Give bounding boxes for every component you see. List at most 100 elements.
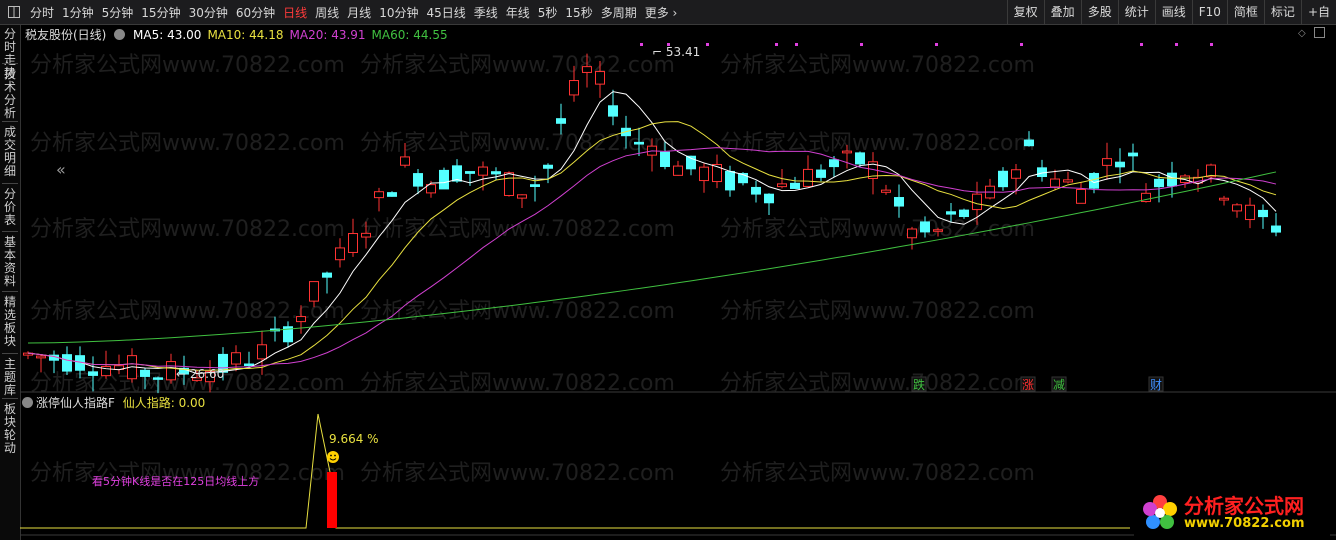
candle-body — [88, 371, 98, 376]
ma-legend-item: MA20: 43.91 — [289, 28, 366, 42]
candle-body — [478, 166, 488, 176]
candle-body — [946, 211, 956, 215]
candle-body — [166, 361, 176, 381]
watermark-text: 分析家公式网www.70822.com — [360, 299, 675, 324]
ma-legend-item: MA60: 44.55 — [371, 28, 448, 42]
candle-body — [894, 197, 904, 207]
diamond-icon[interactable]: ◇ — [1298, 28, 1306, 39]
indicator-circle-icon[interactable] — [22, 397, 33, 408]
signal-dot — [1175, 43, 1178, 46]
signal-dot — [860, 43, 863, 46]
candle-body — [62, 354, 72, 372]
ma-legend: MA5: 43.00 MA10: 44.18 MA20: 43.91 MA60: 44… — [133, 28, 454, 42]
smiley-icon-eye — [334, 454, 336, 457]
candle-body — [634, 141, 644, 145]
indicator-legend: 涨停仙人指路F 仙人指路: 0.00 — [22, 394, 206, 411]
candle-body — [829, 159, 839, 168]
candle-body — [855, 152, 865, 165]
candle-body — [1154, 178, 1164, 188]
signal-dot — [775, 43, 778, 46]
watermark-text: 分析家公式网www.70822.com — [30, 131, 345, 156]
candle-body — [36, 355, 46, 359]
kline-chart[interactable]: 分析家公式网www.70822.com 分析家公式网www.70822.com 分析… — [0, 0, 1336, 540]
candle-body — [1063, 179, 1073, 183]
watermark-text: 分析家公式网www.70822.com — [360, 217, 675, 242]
collapse-circle-icon[interactable] — [114, 29, 126, 40]
candle-body — [933, 229, 943, 232]
watermark-text: 分析家公式网www.70822.com — [30, 217, 345, 242]
candle-body — [231, 352, 241, 365]
candle-body — [491, 171, 501, 175]
candle-body — [374, 191, 384, 199]
candle-body — [842, 150, 852, 154]
candle-body — [764, 193, 774, 204]
candle-body — [881, 189, 891, 193]
candle-body — [777, 183, 787, 188]
candle-body — [1024, 139, 1034, 147]
indicator-bar — [327, 472, 337, 528]
candle-body — [517, 194, 527, 199]
candle-body — [725, 170, 735, 191]
main-legend: 税友股份(日线) MA5: 43.00 MA10: 44.18 MA20: 43.9… — [25, 26, 454, 43]
watermark-text: 分析家公式网www.70822.com — [720, 131, 1035, 156]
watermark-text: 分析家公式网www.70822.com — [720, 299, 1035, 324]
ma-legend-item: MA5: 43.00 — [133, 28, 202, 42]
event-marker: 跌 — [913, 377, 925, 392]
signal-dot — [935, 43, 938, 46]
candle-body — [1128, 152, 1138, 157]
candle-body — [153, 377, 163, 380]
watermark-text: 分析家公式网www.70822.com — [720, 217, 1035, 242]
candle-body — [803, 168, 813, 187]
stock-title: 税友股份(日线) — [25, 28, 107, 42]
ma-legend-item: MA10: 44.18 — [207, 28, 284, 42]
candle-body — [907, 228, 917, 239]
candle-body — [816, 169, 826, 178]
candle-body — [335, 247, 345, 261]
watermark-text: 分析家公式网www.70822.com — [720, 53, 1035, 78]
candle-body — [556, 118, 566, 124]
candle-body — [582, 66, 592, 73]
smiley-icon-eye — [330, 454, 332, 457]
candle-body — [257, 344, 267, 360]
candle-body — [465, 171, 475, 174]
indicator-name: 涨停仙人指路F — [36, 396, 115, 410]
signal-dot — [667, 43, 670, 46]
high-price-label: ⌐ 53.41 — [652, 45, 700, 59]
candle-body — [1167, 172, 1177, 187]
candle-body — [244, 363, 254, 367]
low-price-label: ← 26.60 — [176, 367, 224, 381]
candle-body — [1115, 161, 1125, 168]
candle-body — [1245, 204, 1255, 221]
watermark-text: 分析家公式网www.70822.com — [720, 371, 1035, 396]
event-marker: 减 — [1053, 378, 1065, 392]
signal-dot — [640, 43, 643, 46]
candle-body — [504, 172, 514, 197]
indicator-value: 仙人指路: 0.00 — [122, 396, 206, 410]
candle-body — [660, 151, 670, 167]
candle-body — [439, 169, 449, 190]
candle-body — [920, 221, 930, 233]
signal-dot — [706, 43, 709, 46]
watermark-text: 分析家公式网www.70822.com — [360, 53, 675, 78]
flower-logo-icon — [1143, 495, 1177, 529]
candle-body — [543, 164, 553, 169]
toggle-icon[interactable] — [1314, 27, 1325, 38]
smiley-icon — [327, 451, 339, 463]
indicator-peak-value: 9.664 % — [329, 432, 379, 446]
candle-body — [296, 316, 306, 323]
signal-dot — [795, 43, 798, 46]
candle-body — [530, 184, 540, 187]
candle-body — [998, 170, 1008, 188]
candle-body — [1219, 197, 1229, 201]
candle-body — [673, 165, 683, 176]
collapse-arrow-icon[interactable]: « — [56, 160, 66, 179]
candle-body — [595, 71, 605, 85]
candle-body — [790, 182, 800, 189]
candle-body — [361, 232, 371, 238]
event-marker: 财 — [1150, 378, 1162, 392]
candle-body — [1011, 169, 1021, 179]
candle-body — [608, 105, 618, 117]
watermark-text: 分析家公式网www.70822.com — [360, 461, 675, 486]
candle-body — [309, 281, 319, 302]
candle-body — [1258, 209, 1268, 218]
